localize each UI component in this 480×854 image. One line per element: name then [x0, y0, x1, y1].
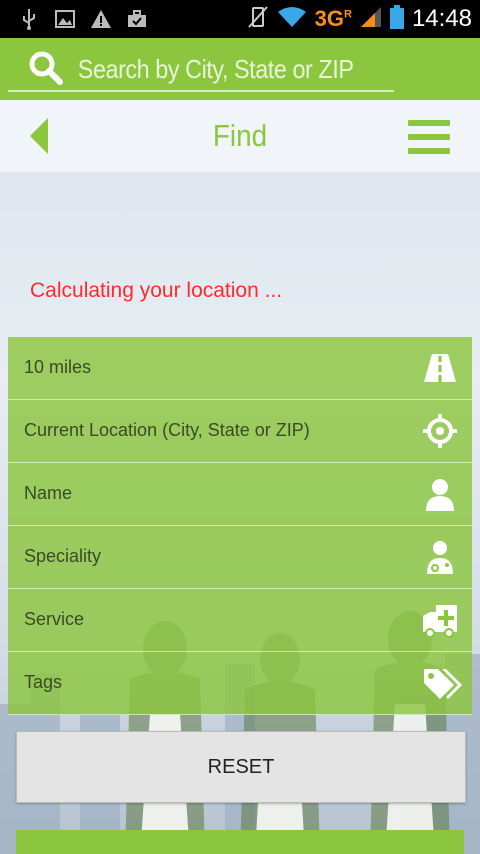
- name-label: Name: [24, 483, 73, 503]
- crosshair-icon: [422, 413, 458, 449]
- search-bar: [0, 38, 480, 100]
- speciality-field[interactable]: Speciality: [8, 526, 472, 589]
- clock: 14:48: [411, 5, 472, 32]
- search-icon[interactable]: [28, 50, 64, 86]
- location-status-text: Calculating your location ...: [30, 279, 283, 302]
- reset-button[interactable]: RESET: [16, 731, 466, 803]
- bottom-action-bar[interactable]: [16, 830, 464, 854]
- person-icon: [422, 476, 458, 512]
- search-underline: [8, 90, 394, 92]
- usb-icon: [18, 8, 40, 30]
- filter-form: 10 miles Current Location (City, State o…: [8, 337, 472, 715]
- road-icon: [422, 350, 458, 386]
- wifi-icon: [277, 6, 307, 33]
- tags-field[interactable]: Tags: [8, 652, 472, 715]
- tags-icon: [422, 665, 462, 701]
- name-field[interactable]: Name: [8, 463, 472, 526]
- briefcase-icon: [126, 8, 148, 30]
- service-field[interactable]: Service: [8, 589, 472, 652]
- status-bar: 3GR 14:48: [0, 0, 480, 38]
- service-label: Service: [24, 609, 85, 629]
- tags-label: Tags: [24, 672, 63, 692]
- page-title: Find: [212, 118, 268, 153]
- image-icon: [54, 8, 76, 30]
- speciality-label: Speciality: [24, 546, 102, 566]
- ambulance-icon: [422, 602, 458, 638]
- search-input[interactable]: [76, 50, 377, 88]
- menu-icon: [408, 120, 450, 126]
- battery-icon: [389, 4, 404, 34]
- network-type: 3GR: [314, 6, 352, 31]
- signal-icon: [360, 6, 382, 33]
- app-header: Find: [0, 100, 480, 174]
- vibrate-icon: [247, 5, 269, 34]
- distance-label: 10 miles: [24, 357, 92, 377]
- warning-icon: [90, 8, 112, 30]
- location-field[interactable]: Current Location (City, State or ZIP): [8, 400, 472, 463]
- distance-field[interactable]: 10 miles: [8, 337, 472, 400]
- doctor-icon: [422, 539, 458, 575]
- location-label: Current Location (City, State or ZIP): [24, 420, 310, 440]
- menu-button[interactable]: [408, 120, 450, 154]
